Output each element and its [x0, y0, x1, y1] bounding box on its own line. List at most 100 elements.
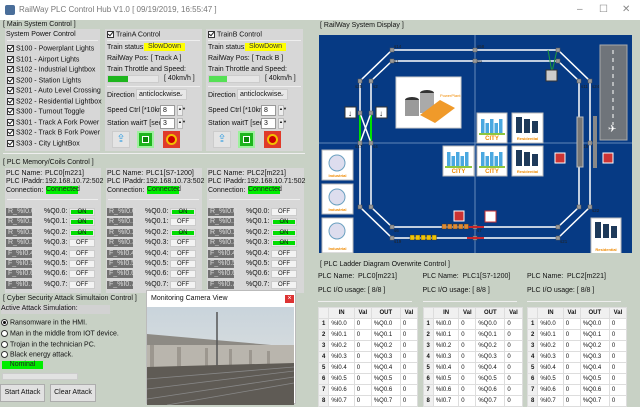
- table-cell[interactable]: 0: [458, 373, 477, 385]
- ladder-io-table[interactable]: IN Val OUT Val 1 %I0.0 0 %Q0.0 0 2 %I0.1 0 %Q0.1 0 3 %I…: [526, 307, 628, 407]
- ladder-io-table[interactable]: IN Val OUT Val 1 %I0.0 0 %Q0.0 0 2 %I0.1 0 %Q0.1 0 3 %I…: [317, 307, 419, 407]
- track-sensor-node[interactable]: [357, 110, 363, 116]
- clear-attack-button[interactable]: Clear Attack: [50, 384, 96, 402]
- track-sensor-node[interactable]: [587, 140, 593, 146]
- power-checkbox-item[interactable]: S200 - Station Lights: [7, 76, 81, 84]
- table-row[interactable]: 7 %I0.6 0 %Q0.6 0: [317, 384, 419, 396]
- table-cell[interactable]: 0: [504, 351, 523, 363]
- table-cell[interactable]: 0: [458, 384, 477, 396]
- table-cell[interactable]: 0: [608, 329, 628, 341]
- speed-ctrl-input[interactable]: 8: [261, 105, 276, 116]
- table-row[interactable]: 4 %I0.3 0 %Q0.3 0: [422, 351, 523, 363]
- coil-toggle-button[interactable]: OFF: [271, 260, 297, 268]
- table-cell[interactable]: 0: [608, 373, 628, 385]
- table-cell[interactable]: 0: [458, 318, 477, 330]
- station-wait-input[interactable]: 3: [261, 118, 276, 129]
- coil-toggle-button[interactable]: OFF: [69, 249, 95, 258]
- table-cell[interactable]: 0: [399, 329, 419, 341]
- radio-button[interactable]: [1, 340, 8, 348]
- railway-display[interactable]: s14 s58 s1 s9 s25 s2 s17 s4 s11 s24 s15 s6 s19 s7 s21 s…: [319, 35, 632, 253]
- table-row[interactable]: 5 %I0.4 0 %Q0.4 0: [317, 362, 419, 374]
- ladder-io-table[interactable]: IN Val OUT Val 1 %I0.0 0 %Q0.0 0 2 %I0.1 0 %Q0.1 0 3 %I…: [422, 307, 523, 407]
- track-sensor-node[interactable]: [368, 204, 374, 210]
- coil-toggle-button[interactable]: OFF: [69, 270, 95, 279]
- table-cell[interactable]: 0: [399, 362, 419, 374]
- table-cell[interactable]: 0: [608, 340, 628, 352]
- coil-toggle-button[interactable]: ON: [69, 218, 95, 227]
- power-checkbox-item[interactable]: S100 - Powerplant Lights: [7, 45, 94, 52]
- coil-toggle-button[interactable]: ON: [271, 239, 297, 248]
- train-control-toggle[interactable]: TrainA Control: [107, 31, 160, 38]
- speed-ctrl-spinner[interactable]: ▲▼: [278, 105, 287, 116]
- camera-close-button[interactable]: ×: [285, 295, 294, 303]
- table-row[interactable]: 6 %I0.5 0 %Q0.5 0: [317, 373, 419, 385]
- checkbox[interactable]: [208, 31, 215, 38]
- checkbox[interactable]: [7, 108, 14, 115]
- coil-toggle-button[interactable]: ON: [69, 208, 95, 216]
- checkbox[interactable]: [7, 129, 14, 136]
- coil-toggle-button[interactable]: OFF: [271, 249, 297, 258]
- table-row[interactable]: 1 %I0.0 0 %Q0.0 0: [422, 318, 523, 330]
- checkbox[interactable]: [7, 66, 14, 73]
- table-cell[interactable]: 0: [399, 318, 419, 330]
- table-row[interactable]: 7 %I0.6 0 %Q0.6 0: [526, 384, 628, 396]
- coil-toggle-button[interactable]: ON: [271, 228, 297, 237]
- track-sensor-node[interactable]: [357, 78, 363, 84]
- coil-toggle-button[interactable]: OFF: [271, 208, 297, 216]
- coil-toggle-button[interactable]: OFF: [271, 280, 297, 289]
- track-sensor-node[interactable]: [587, 78, 593, 84]
- minimize-button[interactable]: –: [577, 4, 583, 15]
- track-sensor-node[interactable]: [357, 204, 363, 210]
- coil-toggle-button[interactable]: OFF: [69, 239, 95, 248]
- table-cell[interactable]: 0: [399, 351, 419, 363]
- table-cell[interactable]: 0: [562, 329, 581, 341]
- table-cell[interactable]: 0: [608, 351, 628, 363]
- table-cell[interactable]: 0: [353, 329, 372, 341]
- emergency-stop-icon[interactable]: [163, 131, 180, 148]
- close-button[interactable]: ✕: [622, 4, 630, 15]
- table-cell[interactable]: 0: [353, 362, 372, 374]
- coil-toggle-button[interactable]: ON: [69, 228, 95, 237]
- upload-icon[interactable]: ⇪: [213, 131, 231, 148]
- table-cell[interactable]: 0: [458, 329, 477, 341]
- table-cell[interactable]: 0: [504, 395, 523, 407]
- radio-button[interactable]: [1, 329, 8, 337]
- track-sensor-node[interactable]: [368, 110, 374, 116]
- coil-toggle-button[interactable]: OFF: [170, 218, 196, 227]
- table-row[interactable]: 4 %I0.3 0 %Q0.3 0: [526, 351, 628, 363]
- checkbox[interactable]: [7, 55, 14, 63]
- attack-radio-option[interactable]: Trojan in the technician PC.: [1, 340, 96, 348]
- train-control-toggle[interactable]: TrainB Control: [208, 31, 262, 38]
- table-row[interactable]: 6 %I0.5 0 %Q0.5 0: [526, 373, 628, 385]
- table-row[interactable]: 8 %I0.7 0 %Q0.7 0: [317, 395, 419, 407]
- station-wait-input[interactable]: 3: [160, 118, 175, 129]
- attack-radio-option[interactable]: Ransomware in the HMI.: [1, 319, 87, 326]
- table-row[interactable]: 2 %I0.1 0 %Q0.1 0: [422, 329, 523, 341]
- start-train-icon[interactable]: [137, 131, 154, 148]
- power-checkbox-item[interactable]: S303 - City LightBox: [7, 139, 80, 147]
- table-cell[interactable]: 0: [399, 384, 419, 396]
- table-row[interactable]: 8 %I0.7 0 %Q0.7 0: [526, 395, 628, 407]
- station-wait-spinner[interactable]: ▲▼: [177, 118, 186, 129]
- track-sensor-node[interactable]: [576, 204, 582, 210]
- table-cell[interactable]: 0: [562, 318, 581, 330]
- coil-toggle-button[interactable]: OFF: [271, 270, 297, 279]
- table-cell[interactable]: 0: [399, 340, 419, 352]
- table-cell[interactable]: 0: [353, 395, 372, 407]
- power-checkbox-item[interactable]: S102 - Industrial Lightbox: [7, 66, 95, 73]
- table-cell[interactable]: 0: [608, 318, 628, 330]
- power-checkbox-item[interactable]: S101 - Airport Lights: [7, 55, 79, 63]
- table-cell[interactable]: 0: [504, 362, 523, 374]
- no-entry-sign-icon[interactable]: [484, 210, 497, 223]
- checkbox[interactable]: [7, 87, 14, 94]
- power-checkbox-item[interactable]: S301 - Track A Fork Power: [7, 118, 99, 126]
- checkbox[interactable]: [7, 139, 14, 147]
- table-row[interactable]: 3 %I0.2 0 %Q0.2 0: [422, 340, 523, 352]
- coil-toggle-button[interactable]: ON: [271, 218, 297, 227]
- traffic-light-icon[interactable]: [453, 210, 465, 222]
- track-sensor-node[interactable]: [368, 78, 374, 84]
- table-cell[interactable]: 0: [562, 373, 581, 385]
- coil-toggle-button[interactable]: OFF: [69, 260, 95, 268]
- table-cell[interactable]: 0: [504, 329, 523, 341]
- table-cell[interactable]: 0: [458, 362, 477, 374]
